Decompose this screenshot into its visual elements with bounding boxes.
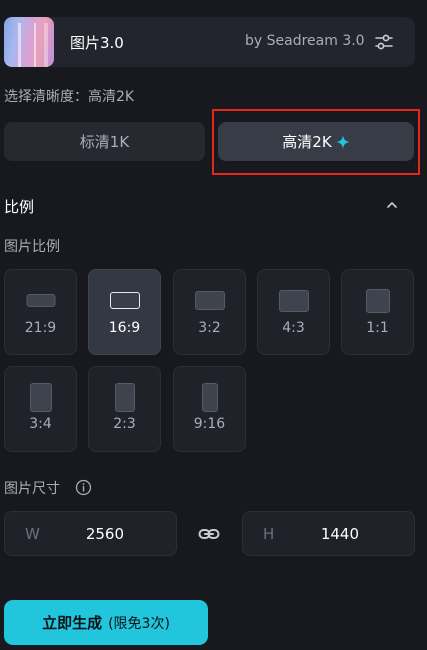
section-title-partial: — — [6, 0, 20, 6]
ratio-option-label: 2:3 — [113, 416, 136, 432]
ratio-shape-icon — [194, 291, 225, 310]
ratio-option-label: 3:2 — [198, 320, 221, 336]
ratio-option-1-1[interactable]: 1:1 — [341, 269, 414, 355]
ratio-option-label: 4:3 — [282, 320, 305, 336]
model-thumbnail — [4, 17, 54, 67]
ratio-option-label: 9:16 — [193, 416, 226, 432]
height-key: H — [263, 525, 275, 543]
image-size-label: 图片尺寸 — [4, 481, 60, 497]
ratio-shape-icon — [26, 294, 55, 307]
ratio-shape-icon — [114, 383, 135, 412]
generate-button[interactable]: 立即生成 (限免3次) — [4, 600, 208, 645]
ratio-shape-icon — [109, 292, 140, 309]
ratio-shape-icon — [365, 289, 390, 313]
width-input[interactable]: W 2560 — [4, 511, 177, 556]
width-key: W — [25, 525, 40, 543]
sliders-icon[interactable] — [373, 31, 395, 53]
ratio-shape-icon — [278, 290, 309, 312]
ratio-shape-icon — [29, 383, 52, 412]
resolution-option-label: 标清1K — [79, 133, 130, 151]
height-value: 1440 — [320, 525, 359, 543]
ratio-option-9-16[interactable]: 9:16 — [173, 366, 246, 452]
model-name: 图片3.0 — [70, 34, 124, 52]
highlight-annotation-box — [212, 109, 420, 175]
ratio-option-label: 1:1 — [366, 320, 389, 336]
ratio-option-3-4[interactable]: 3:4 — [4, 366, 77, 452]
ratio-option-16-9[interactable]: 16:9 — [88, 269, 161, 355]
resolution-label: 选择清晰度：高清2K — [4, 89, 135, 105]
chevron-up-icon[interactable] — [384, 197, 400, 213]
ratio-option-4-3[interactable]: 4:3 — [257, 269, 330, 355]
ratio-option-2-3[interactable]: 2:3 — [88, 366, 161, 452]
height-input[interactable]: H 1440 — [242, 511, 415, 556]
ratio-option-label: 3:4 — [29, 416, 52, 432]
ratio-shape-icon — [201, 383, 218, 412]
ratio-section-title: 比例 — [4, 198, 35, 216]
ratio-option-21-9[interactable]: 21:9 — [4, 269, 77, 355]
ratio-option-label: 21:9 — [24, 320, 57, 336]
ratio-option-3-2[interactable]: 3:2 — [173, 269, 246, 355]
width-value: 2560 — [85, 525, 124, 543]
ratio-option-label: 16:9 — [108, 320, 141, 336]
ratio-sublabel: 图片比例 — [4, 239, 60, 255]
model-provider: by Seadream 3.0 — [245, 33, 365, 49]
model-selector-card[interactable]: 图片3.0 by Seadream 3.0 — [4, 17, 415, 67]
generate-label: 立即生成 — [42, 614, 103, 632]
link-icon[interactable] — [198, 524, 220, 544]
generate-quota-note: (限免3次) — [108, 615, 170, 632]
resolution-option-1k[interactable]: 标清1K — [4, 122, 205, 161]
info-icon[interactable] — [75, 479, 92, 496]
